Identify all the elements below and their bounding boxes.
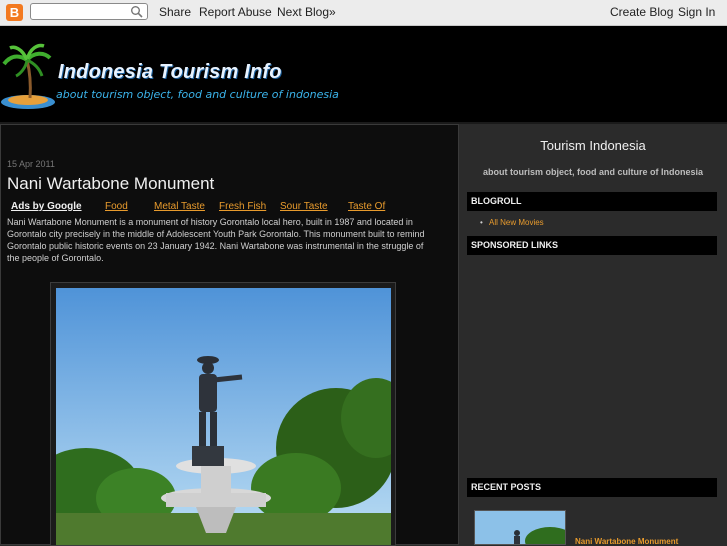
blogroll-link[interactable]: All New Movies — [480, 218, 544, 227]
blogger-navbar: B Share Report Abuse Next Blog» Create B… — [0, 0, 727, 26]
blogger-logo-icon[interactable]: B — [6, 4, 23, 21]
ad-link[interactable]: Fresh Fish — [219, 201, 266, 212]
ad-link[interactable]: Food — [105, 201, 128, 212]
blogroll-heading: BLOGROLL — [467, 192, 717, 211]
ads-by-google-label[interactable]: Ads by Google — [11, 201, 82, 212]
sponsored-links-heading: SPONSORED LINKS — [467, 236, 717, 255]
main-post-column: 15 Apr 2011 Nani Wartabone Monument Ads … — [0, 124, 459, 546]
create-blog-link[interactable]: Create Blog — [610, 5, 673, 19]
ad-link[interactable]: Sour Taste — [280, 201, 328, 212]
sidebar-blog-description: about tourism object, food and culture o… — [482, 167, 703, 177]
post-title[interactable]: Nani Wartabone Monument — [7, 174, 214, 194]
search-icon[interactable] — [130, 5, 144, 19]
palm-island-logo-icon[interactable] — [0, 40, 64, 112]
ad-link[interactable]: Taste Of — [348, 201, 385, 212]
report-abuse-link[interactable]: Report Abuse — [199, 5, 272, 19]
recent-posts-heading: RECENT POSTS — [467, 478, 717, 497]
sidebar: Tourism Indonesia about tourism object, … — [459, 124, 727, 546]
ad-link[interactable]: Metal Taste — [154, 201, 205, 212]
next-blog-link[interactable]: Next Blog» — [277, 5, 336, 19]
search-input[interactable] — [33, 5, 129, 18]
site-tagline: about tourism object, food and culture o… — [56, 88, 339, 101]
sidebar-blog-title[interactable]: Tourism Indonesia — [459, 138, 727, 153]
site-title[interactable]: Indonesia Tourism Info — [58, 61, 282, 84]
search-box[interactable] — [30, 3, 148, 20]
post-photo-frame — [50, 282, 396, 546]
monument-photo[interactable] — [56, 288, 391, 546]
sign-in-link[interactable]: Sign In — [678, 5, 715, 19]
post-body-text: Nani Wartabone Monument is a monument of… — [7, 217, 425, 263]
recent-post-thumbnail[interactable] — [474, 510, 566, 545]
blog-header: Indonesia Tourism Info about tourism obj… — [0, 26, 727, 124]
recent-post-thumbnail-image — [475, 511, 565, 544]
google-ads-bar: Ads by Google Food Metal Taste Fresh Fis… — [11, 201, 451, 215]
share-link[interactable]: Share — [159, 5, 191, 19]
post-date: 15 Apr 2011 — [7, 159, 55, 169]
